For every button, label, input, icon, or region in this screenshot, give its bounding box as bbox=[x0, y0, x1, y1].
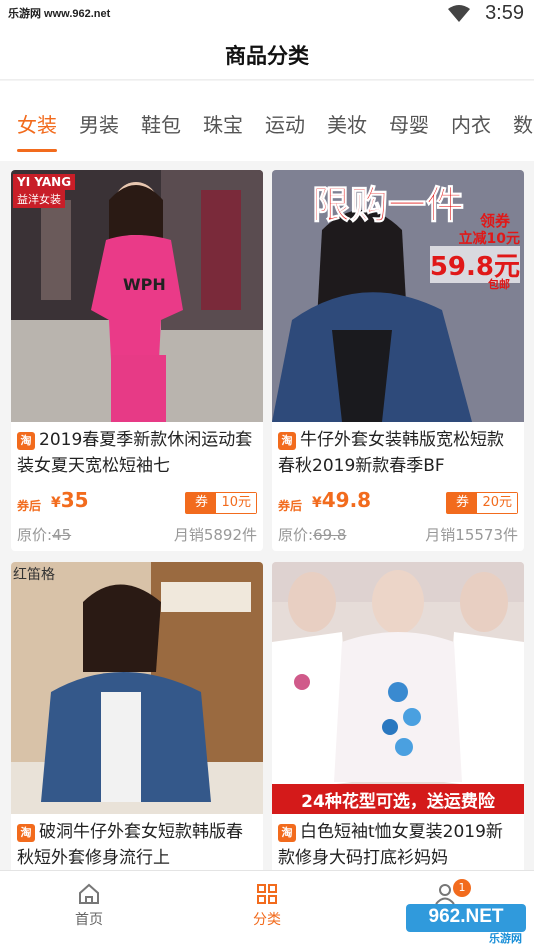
coupon-label: 券 bbox=[447, 493, 478, 513]
brand-tag-sub: 益洋女装 bbox=[13, 190, 65, 208]
tab-baby[interactable]: 母婴 bbox=[389, 109, 429, 138]
monthly-sales: 月销5892件 bbox=[173, 526, 257, 544]
product-card[interactable]: WPH YI YANG 益洋女装 淘 2019春夏季新款休闲运动套装女夏天宽松短… bbox=[11, 170, 263, 551]
product-grid: WPH YI YANG 益洋女装 淘 2019春夏季新款休闲运动套装女夏天宽松短… bbox=[0, 161, 534, 870]
status-bar: 乐游网 www.962.net 3:59 bbox=[0, 0, 534, 28]
monthly-sales: 月销15573件 bbox=[425, 526, 518, 544]
tab-digital[interactable]: 数 bbox=[513, 109, 533, 138]
product-price: ¥35 bbox=[51, 488, 89, 512]
product-name[interactable]: 2019春夏季新款休闲运动套装女夏天宽松短袖七 bbox=[17, 427, 257, 479]
product-name[interactable]: 破洞牛仔外套女短款韩版春秋短外套修身流行上 bbox=[17, 819, 257, 870]
nav-profile[interactable]: 1 bbox=[405, 879, 485, 905]
watermark-text: 962.NET bbox=[428, 906, 504, 927]
product-name[interactable]: 牛仔外套女装韩版宽松短款春秋2019新款春季BF bbox=[278, 427, 518, 479]
category-tabs: 女装 男装 鞋包 珠宝 运动 美妆 母婴 内衣 数 bbox=[0, 81, 534, 161]
nav-home[interactable]: 首页 bbox=[49, 883, 129, 929]
home-icon bbox=[79, 883, 99, 904]
notification-badge: 1 bbox=[453, 879, 471, 897]
product-image[interactable]: 24种花型可选，送运费险 bbox=[272, 562, 524, 814]
nav-category[interactable]: 分类 bbox=[227, 883, 307, 929]
original-price: 原价:69.8 bbox=[278, 526, 347, 544]
product-card[interactable]: 红笛格 淘 破洞牛仔外套女短款韩版春秋短外套修身流行上 bbox=[11, 562, 263, 870]
status-time: 3:59 bbox=[485, 2, 524, 24]
page-title: 商品分类 bbox=[225, 44, 309, 68]
product-card[interactable]: 限购一件 领券 立减10元 59.8元 包邮 淘 牛仔外套女装韩版宽松短款春秋2… bbox=[272, 170, 524, 551]
active-tab-indicator bbox=[17, 149, 57, 152]
wifi-icon bbox=[448, 5, 470, 22]
product-image[interactable]: 红笛格 bbox=[11, 562, 263, 814]
coupon-amount: 20元 bbox=[477, 493, 517, 513]
promo-line2: 立减10元 bbox=[458, 231, 520, 247]
original-price: 原价:45 bbox=[17, 526, 72, 544]
tab-underwear[interactable]: 内衣 bbox=[451, 109, 491, 138]
tab-beauty[interactable]: 美妆 bbox=[327, 109, 367, 138]
watermark-sub: 乐游网 bbox=[489, 932, 522, 945]
promo-banner: 24种花型可选，送运费险 bbox=[301, 792, 495, 812]
header: 商品分类 bbox=[0, 28, 534, 80]
tab-women[interactable]: 女装 bbox=[17, 109, 57, 138]
coupon-label: 券 bbox=[186, 493, 217, 513]
product-name[interactable]: 白色短袖t恤女夏装2019新款修身大码打底衫妈妈 bbox=[278, 819, 518, 870]
tab-men[interactable]: 男装 bbox=[79, 109, 119, 138]
product-image[interactable]: 限购一件 领券 立减10元 59.8元 包邮 bbox=[272, 170, 524, 422]
brand-tag: YI YANG bbox=[13, 174, 76, 190]
tab-shoes-bags[interactable]: 鞋包 bbox=[141, 109, 181, 138]
coupon-badge[interactable]: 券 10元 bbox=[185, 492, 257, 514]
tab-sports[interactable]: 运动 bbox=[265, 109, 305, 138]
svg-text:WPH: WPH bbox=[123, 275, 166, 294]
brand-logo-text: 红笛格 bbox=[13, 567, 55, 583]
category-icon bbox=[257, 884, 277, 904]
nav-home-label: 首页 bbox=[75, 912, 103, 928]
after-coupon-label: 券后 bbox=[278, 499, 303, 513]
promo-line4: 包邮 bbox=[488, 278, 510, 291]
watermark: 962.NET 乐游网 bbox=[406, 904, 526, 945]
after-coupon-label: 券后 bbox=[17, 499, 42, 513]
promo-headline: 限购一件 bbox=[311, 183, 465, 228]
nav-category-label: 分类 bbox=[253, 912, 281, 928]
tab-jewelry[interactable]: 珠宝 bbox=[203, 109, 243, 138]
coupon-amount: 10元 bbox=[216, 493, 256, 513]
product-price: ¥49.8 bbox=[312, 488, 372, 512]
product-card[interactable]: 24种花型可选，送运费险 淘 白色短袖t恤女夏装2019新款修身大码打底衫妈妈 bbox=[272, 562, 524, 870]
product-image[interactable]: WPH YI YANG 益洋女装 bbox=[11, 170, 263, 422]
status-carrier: 乐游网 www.962.net bbox=[8, 8, 111, 20]
coupon-badge[interactable]: 券 20元 bbox=[446, 492, 518, 514]
